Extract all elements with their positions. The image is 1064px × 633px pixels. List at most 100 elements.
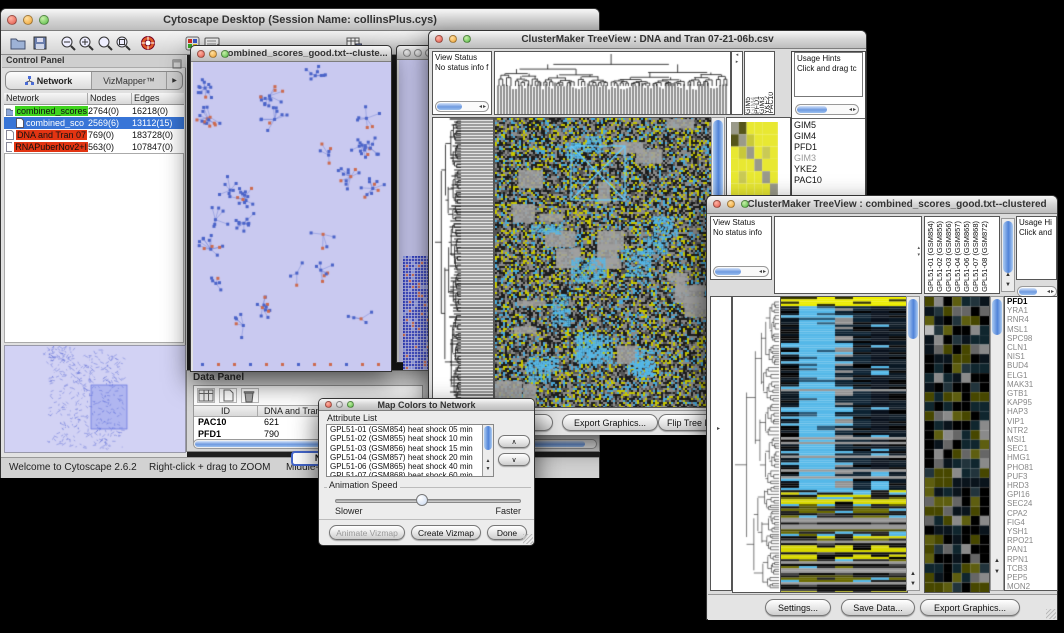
attribute-listbox[interactable]: GPL51-01 (GSM854) heat shock 05 minGPL51… [326, 424, 494, 477]
scroll-thumb[interactable] [1003, 221, 1013, 273]
treeview-combined-buttonbar: Settings... Save Data... Export Graphics… [708, 594, 1057, 620]
document-icon [6, 142, 12, 152]
col-nodes[interactable]: Nodes [88, 93, 132, 104]
close-icon[interactable] [197, 50, 205, 58]
close-icon[interactable] [435, 35, 443, 43]
minimize-icon[interactable] [23, 15, 33, 25]
scroll-thumb[interactable] [992, 299, 1002, 335]
selected-gene-labels: GIM5GIM4PFD1GIM3YKE2PAC10 [792, 118, 865, 187]
tab-overflow-arrow-icon[interactable]: ▶ [166, 72, 182, 89]
cluster-zoom-heatmap[interactable] [731, 122, 778, 196]
close-icon[interactable] [403, 49, 411, 57]
done-button[interactable]: Done [487, 525, 527, 540]
view-status-title: View Status [435, 53, 477, 62]
document-icon [6, 130, 14, 140]
network-row-combined-scores[interactable]: combined_scores 2764(0) 16218(0) [4, 105, 184, 117]
zoom-vscrollbar[interactable]: ▲▼ [990, 296, 1004, 591]
delete-attribute-icon[interactable] [241, 388, 259, 403]
map-colors-dialog: Map Colors to Network Attribute List GPL… [318, 398, 535, 546]
export-graphics-button[interactable]: Export Graphics... [920, 599, 1020, 616]
tab-vizmapper[interactable]: VizMapper™ [92, 72, 166, 89]
create-vizmap-button[interactable]: Create Vizmap [411, 525, 481, 540]
scroll-thumb[interactable] [484, 426, 492, 450]
zoom-window-icon[interactable] [741, 200, 749, 208]
tab-network[interactable]: Network [6, 72, 92, 89]
birdseye-overview[interactable] [4, 345, 186, 453]
usage-hints-scrollbar[interactable]: ◂▸ [795, 104, 859, 115]
similarity-heatmap[interactable] [494, 117, 712, 408]
treeview-dna-title-bar[interactable]: ClusterMaker TreeView : DNA and Tran 07-… [429, 31, 866, 49]
dialog-title-bar[interactable]: Map Colors to Network [319, 399, 534, 411]
float-panel-icon[interactable] [172, 56, 182, 66]
scroll-thumb[interactable] [908, 299, 918, 339]
labels-vscrollbar[interactable]: ▲▼ [1001, 218, 1015, 292]
save-data-button[interactable]: Save Data... [841, 599, 915, 616]
minimize-icon[interactable] [449, 35, 457, 43]
save-icon[interactable] [31, 34, 49, 52]
move-up-button[interactable]: ∧ [498, 435, 530, 448]
move-down-button[interactable]: ∨ [498, 453, 530, 466]
col-edges[interactable]: Edges [132, 93, 184, 104]
network-row-rnapuber[interactable]: RNAPuberNov2+I 563(0) 107847(0) [4, 141, 184, 153]
main-window-title: Cytoscape Desktop (Session Name: collins… [163, 14, 437, 26]
zoom-selected-icon[interactable] [114, 34, 132, 52]
zoom-out-icon[interactable] [59, 34, 77, 52]
main-title-bar[interactable]: Cytoscape Desktop (Session Name: collins… [1, 9, 599, 31]
speed-slider-thumb[interactable] [416, 494, 428, 506]
attribute-list-scrollbar[interactable]: ▲ ▼ [482, 425, 493, 476]
treeview-combined-title-bar[interactable]: ClusterMaker TreeView : combined_scores_… [707, 196, 1057, 214]
mini-arrows[interactable]: ▴▾ [917, 245, 920, 259]
zoom-window-icon[interactable] [39, 15, 49, 25]
select-attributes-icon[interactable] [197, 388, 215, 403]
network-canvas[interactable] [193, 62, 391, 371]
minimize-icon[interactable] [336, 401, 343, 408]
minimize-icon[interactable] [727, 200, 735, 208]
usage-hints-text: Click and [1019, 228, 1052, 237]
slower-label: Slower [335, 506, 363, 516]
usage-hints-text: Click and drag tc [797, 64, 857, 73]
network-tree-icon [25, 76, 34, 85]
network-title-bar[interactable]: combined_scores_good.txt--cluste... [191, 46, 391, 62]
open-file-icon[interactable] [9, 34, 27, 52]
zoom-in-icon[interactable] [77, 34, 95, 52]
close-icon[interactable] [713, 200, 721, 208]
close-icon[interactable] [7, 15, 17, 25]
new-attribute-icon[interactable] [219, 388, 237, 403]
minimize-icon[interactable] [209, 50, 217, 58]
view-status-scrollbar[interactable]: ◂▸ [713, 266, 769, 277]
dendrogram-spacer[interactable]: ◂▸ [731, 51, 743, 115]
zoom-fit-icon[interactable] [96, 34, 114, 52]
zoom-window-icon[interactable] [463, 35, 471, 43]
usage-hints-title: Usage Hints [797, 54, 841, 63]
row-dendrogram[interactable] [432, 117, 494, 408]
col-network[interactable]: Network [4, 93, 88, 104]
scroll-thumb[interactable] [713, 120, 723, 198]
zoom-heatmap[interactable] [924, 296, 990, 593]
help-lifesaver-icon[interactable] [139, 34, 157, 52]
row-dendrogram[interactable] [732, 296, 782, 593]
dense-network-grid[interactable] [403, 256, 431, 370]
heatmap-vscrollbar[interactable]: ▲▼ [906, 296, 920, 591]
document-icon [16, 118, 24, 128]
animate-vizmap-button[interactable]: Animate Vizmap [329, 525, 405, 540]
zoom-window-icon[interactable] [221, 50, 229, 58]
view-status-panel: View Status No status info ◂▸ [710, 216, 772, 280]
control-panel-header: Control Panel [2, 55, 186, 68]
data-col-id[interactable]: ID [194, 406, 258, 416]
column-dendrogram-empty[interactable]: ▴▾ [774, 216, 922, 294]
window-controls[interactable] [7, 15, 49, 25]
expression-heatmap[interactable] [780, 296, 908, 593]
network-row-selected[interactable]: combined_sco 2569(6) 13112(15) [4, 117, 184, 129]
zoom-window-icon[interactable] [347, 401, 354, 408]
global-overview-strip[interactable]: ▸ [710, 296, 732, 591]
data-panel-title: Data Panel [193, 372, 244, 383]
column-dendrogram[interactable] [494, 51, 731, 115]
network-row-dna-tran[interactable]: DNA and Tran 07 769(0) 183728(0) [4, 129, 184, 141]
control-panel: Control Panel Network VizMapper™ ▶ Netw [2, 55, 186, 453]
export-graphics-button[interactable]: Export Graphics... [562, 414, 658, 431]
view-status-scrollbar[interactable]: ◂▸ [435, 101, 489, 112]
close-icon[interactable] [325, 401, 332, 408]
speed-slider-track[interactable] [335, 499, 521, 503]
minimize-icon[interactable] [414, 49, 422, 57]
settings-button[interactable]: Settings... [765, 599, 831, 616]
